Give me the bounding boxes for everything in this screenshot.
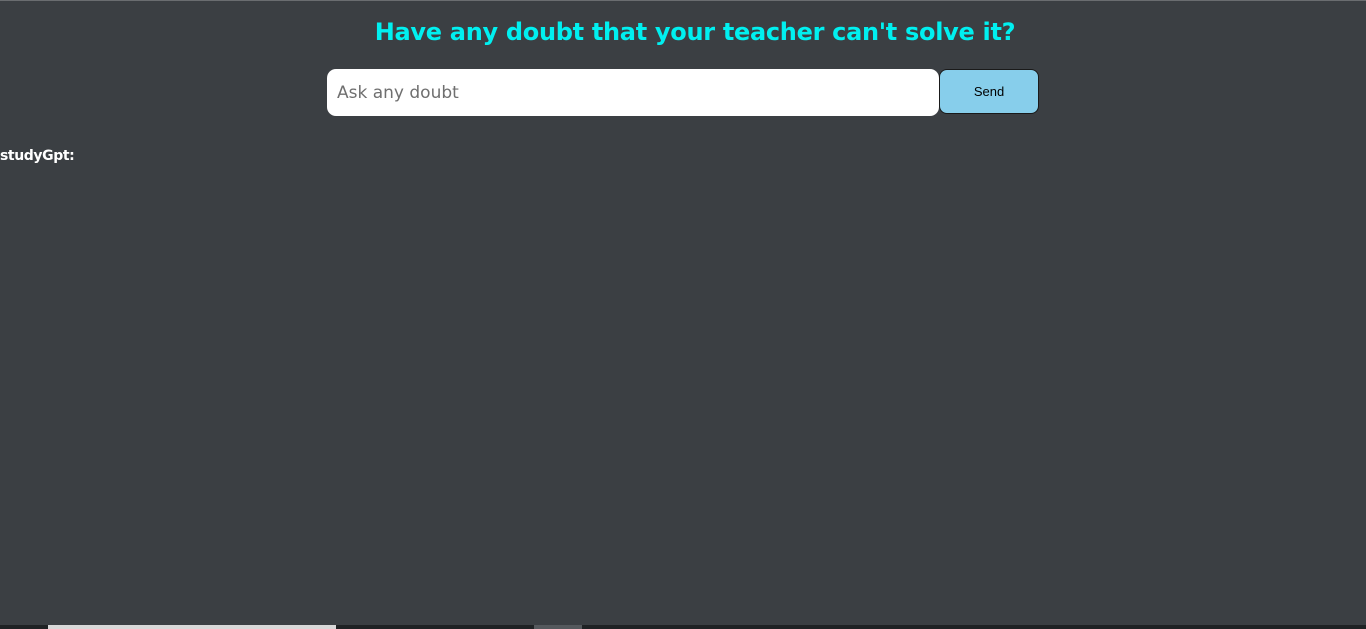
window-top-border [0, 0, 1366, 1]
bot-name: studyGpt: [0, 148, 75, 164]
bot-response-label: studyGpt: [0, 148, 75, 164]
send-button[interactable]: Send [939, 69, 1039, 114]
doubt-input[interactable] [327, 69, 939, 116]
page-title: Have any doubt that your teacher can't s… [374, 18, 1016, 46]
scrollbar-thumb[interactable] [48, 625, 336, 629]
horizontal-scrollbar[interactable] [0, 625, 1366, 629]
scrollbar-marker [534, 625, 582, 629]
